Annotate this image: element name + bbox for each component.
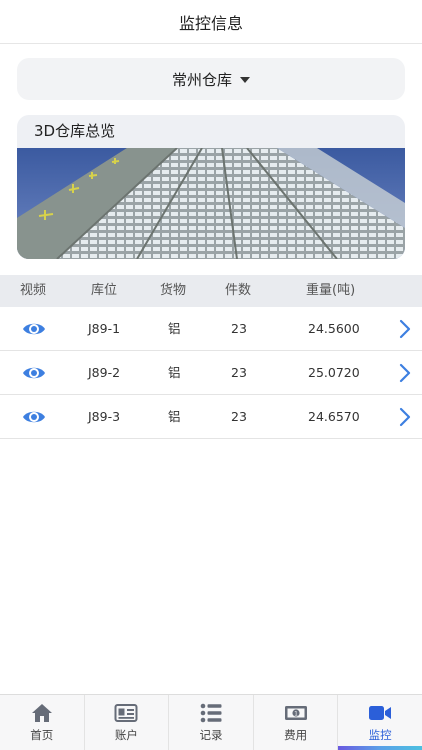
tab-monitor-label: 监控 (368, 728, 392, 742)
home-icon (31, 704, 52, 722)
row-location: J89-3 (88, 409, 121, 424)
bottom-tab-bar: 首页 账户 记录 1 费用 监控 (0, 694, 422, 750)
chevron-right-icon[interactable] (399, 319, 411, 339)
column-header-weight: 重量(吨) (306, 283, 356, 298)
row-weight: 24.5600 (308, 321, 360, 336)
row-count: 23 (231, 365, 247, 380)
row-goods: 铝 (168, 409, 181, 424)
page-header: 监控信息 (0, 0, 422, 44)
tab-account[interactable]: 账户 (85, 695, 170, 750)
warehouse-3d-image (17, 148, 405, 259)
overview-title: 3D仓库总览 (34, 122, 116, 140)
main-content: 常州仓库 3D仓库总览 视频 库位 货物 件数 重量(吨) J89-1 铝 23… (0, 44, 422, 694)
tab-records[interactable]: 记录 (169, 695, 254, 750)
tab-fees-label: 费用 (284, 728, 308, 742)
tab-home[interactable]: 首页 (0, 695, 85, 750)
active-tab-indicator (338, 746, 422, 750)
row-count: 23 (231, 409, 247, 424)
eye-icon[interactable] (22, 319, 46, 339)
table-row[interactable]: J89-2 铝 23 25.0720 (0, 351, 422, 395)
chevron-right-icon[interactable] (399, 363, 411, 383)
eye-icon[interactable] (22, 363, 46, 383)
warehouse-3d-overview-card[interactable]: 3D仓库总览 (17, 115, 405, 259)
tab-fees[interactable]: 1 费用 (254, 695, 339, 750)
table-header: 视频 库位 货物 件数 重量(吨) (0, 275, 422, 307)
eye-icon[interactable] (22, 407, 46, 427)
table-row[interactable]: J89-1 铝 23 24.5600 (0, 307, 422, 351)
warehouse-selector[interactable]: 常州仓库 (17, 58, 405, 100)
page-title: 监控信息 (178, 13, 243, 33)
warehouse-selector-label: 常州仓库 (171, 70, 232, 89)
row-weight: 25.0720 (308, 365, 360, 380)
row-location: J89-2 (88, 365, 121, 380)
row-goods: 铝 (168, 321, 181, 336)
row-count: 23 (231, 321, 247, 336)
column-header-count: 件数 (225, 283, 252, 298)
caret-down-icon (240, 77, 250, 83)
id-card-icon (114, 704, 138, 722)
tab-records-label: 记录 (199, 728, 223, 742)
money-icon: 1 (284, 706, 307, 720)
tab-account-label: 账户 (114, 728, 138, 742)
column-header-location: 库位 (91, 283, 118, 298)
table-row[interactable]: J89-3 铝 23 24.6570 (0, 395, 422, 439)
row-location: J89-1 (88, 321, 121, 336)
column-header-goods: 货物 (160, 283, 187, 298)
tab-home-label: 首页 (30, 728, 54, 742)
tab-monitor[interactable]: 监控 (338, 695, 422, 750)
column-header-video: 视频 (20, 283, 47, 298)
svg-text:1: 1 (294, 710, 298, 717)
row-goods: 铝 (168, 365, 181, 380)
video-camera-icon (369, 706, 392, 720)
row-weight: 24.6570 (308, 409, 360, 424)
chevron-right-icon[interactable] (399, 407, 411, 427)
list-icon (200, 703, 222, 723)
